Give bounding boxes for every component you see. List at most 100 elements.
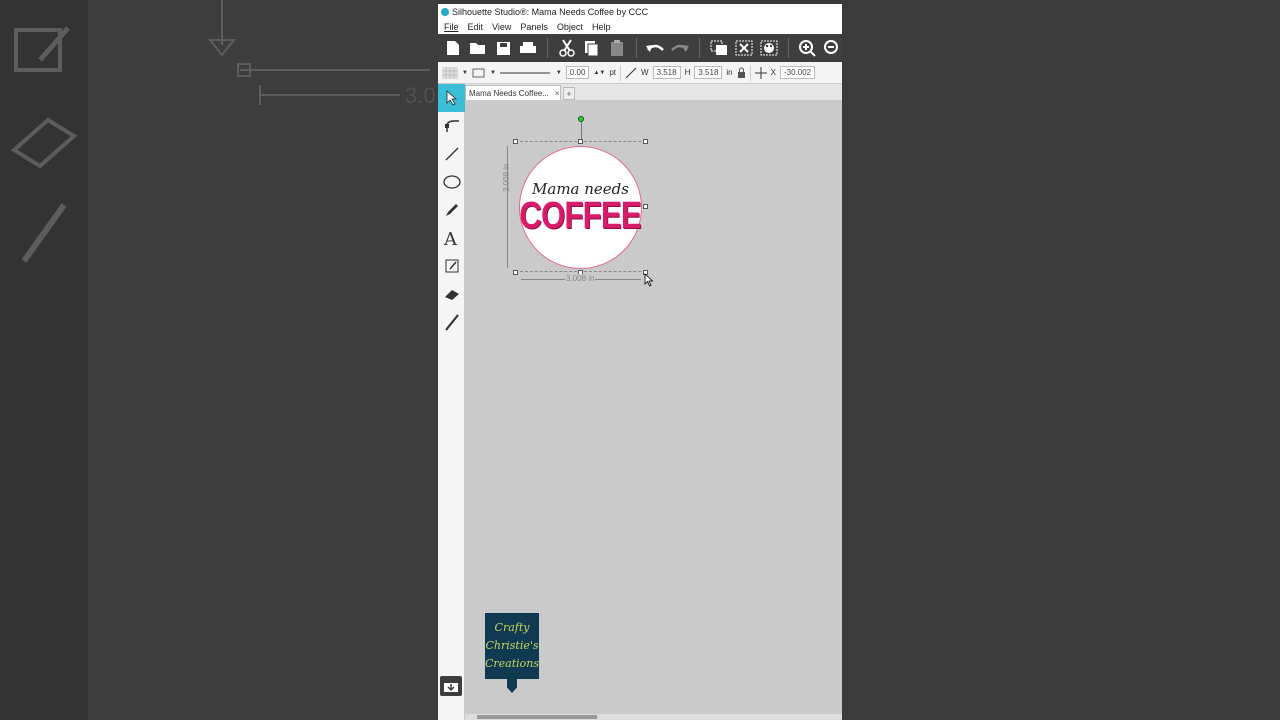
x-position-input[interactable]: -30.002 xyxy=(779,66,816,79)
line-tool[interactable] xyxy=(438,140,465,168)
properties-separator xyxy=(749,64,751,81)
ellipse-icon xyxy=(442,175,461,189)
svg-text:A: A xyxy=(443,229,458,247)
download-library-icon xyxy=(444,683,458,692)
menu-edit[interactable]: Edit xyxy=(468,22,484,32)
knife-icon xyxy=(444,314,459,331)
crafty-christies-creations-logo: Crafty Christie's Creations xyxy=(485,613,539,679)
toolbar-separator xyxy=(787,38,789,58)
sketch-tool[interactable] xyxy=(438,252,465,280)
fill-dropdown-arrow-icon[interactable]: ▼ xyxy=(462,70,468,76)
size-unit: in xyxy=(726,68,733,77)
window-titlebar: Silhouette Studio®: Mama Needs Coffee by… xyxy=(438,4,842,20)
undo-button[interactable] xyxy=(646,37,665,59)
brand-line-2: Christie's xyxy=(485,639,539,652)
document-tab-strip: Mama Needs Coffee... × + xyxy=(465,84,842,100)
background-dimension-lines: 3.0 xyxy=(207,0,436,108)
design-coffee-text: COFFEE xyxy=(519,194,642,237)
menu-view[interactable]: View xyxy=(492,22,511,32)
resize-handle-right[interactable] xyxy=(643,204,648,209)
fill-color-button[interactable] xyxy=(759,37,778,59)
point-edit-tool[interactable] xyxy=(438,112,465,140)
menu-object[interactable]: Object xyxy=(557,22,583,32)
library-button[interactable] xyxy=(440,676,462,696)
zoom-out-button[interactable] xyxy=(823,37,842,59)
main-toolbar xyxy=(438,34,842,62)
new-document-button[interactable] xyxy=(443,37,462,59)
scrollbar-thumb[interactable] xyxy=(477,715,597,719)
line-style-icon xyxy=(472,68,485,77)
background-eraser-icon xyxy=(10,117,78,169)
brand-text: Crafty Christie's Creations xyxy=(485,619,539,673)
height-input[interactable]: 3.518 xyxy=(694,66,723,79)
resize-handle-bottom-left[interactable] xyxy=(513,270,518,275)
pencil-icon xyxy=(445,204,458,216)
line-preview-dropdown-arrow-icon[interactable]: ▼ xyxy=(556,70,562,76)
width-input[interactable]: 3.518 xyxy=(652,66,681,79)
tab-close-icon[interactable]: × xyxy=(555,89,560,98)
menu-help[interactable]: Help xyxy=(592,22,611,32)
resize-handle-top-left[interactable] xyxy=(513,139,518,144)
brand-line-1: Crafty xyxy=(494,621,530,634)
tab-label: Mama Needs Coffee... xyxy=(469,88,549,98)
eraser-icon xyxy=(444,290,459,300)
resize-handle-top[interactable] xyxy=(578,139,583,144)
zoom-in-button[interactable] xyxy=(798,37,817,59)
left-toolbox: A xyxy=(438,84,465,720)
resize-handle-top-right[interactable] xyxy=(643,139,648,144)
line-tool-icon xyxy=(625,67,637,78)
toolbar-separator xyxy=(635,38,637,58)
mouse-cursor-icon xyxy=(644,273,654,287)
redo-icon xyxy=(671,44,690,52)
line-width-input[interactable]: 0.00 xyxy=(565,66,590,79)
redo-button[interactable] xyxy=(671,37,690,59)
height-dimension-label: 3.008 in xyxy=(502,163,511,192)
delete-button[interactable] xyxy=(734,37,753,59)
text-tool[interactable]: A xyxy=(438,224,465,252)
background-sketch-icon xyxy=(14,26,70,72)
cut-button[interactable] xyxy=(557,37,576,59)
app-logo-icon xyxy=(441,8,449,16)
line-width-spinner-icon[interactable]: ▲▼ xyxy=(593,70,605,76)
zoom-in-icon xyxy=(799,40,816,57)
knife-tool[interactable] xyxy=(438,308,465,336)
draw-tool[interactable] xyxy=(438,196,465,224)
duplicate-button[interactable] xyxy=(709,37,728,59)
paste-button[interactable] xyxy=(607,37,626,59)
scissors-icon xyxy=(558,39,575,57)
open-folder-icon xyxy=(469,43,485,54)
menu-file[interactable]: File xyxy=(444,22,459,32)
rotation-handle[interactable] xyxy=(578,116,584,122)
x-label: X xyxy=(770,68,776,77)
brand-logo-tail xyxy=(507,679,517,693)
properties-separator xyxy=(620,64,621,81)
move-crosshair-icon xyxy=(754,66,767,79)
menu-bar: File Edit View Panels Object Help xyxy=(438,20,842,34)
brand-line-3: Creations xyxy=(484,657,540,670)
width-dimension-label: 3.008 in xyxy=(565,274,596,283)
print-button[interactable] xyxy=(519,37,538,59)
background-knife-icon xyxy=(21,203,67,263)
new-tab-button[interactable]: + xyxy=(563,87,575,100)
copy-button[interactable] xyxy=(582,37,601,59)
lock-aspect-icon[interactable] xyxy=(737,67,746,78)
menu-panels[interactable]: Panels xyxy=(520,22,548,32)
silhouette-studio-window: Silhouette Studio®: Mama Needs Coffee by… xyxy=(438,4,842,720)
properties-bar: ▼ ▼ ▼ 0.00 ▲▼ pt W 3.518 H 3.518 in X -3… xyxy=(438,62,842,84)
save-button[interactable] xyxy=(494,37,513,59)
line-style-dropdown-arrow-icon[interactable]: ▼ xyxy=(490,70,496,76)
ellipse-tool[interactable] xyxy=(438,168,465,196)
duplicate-icon xyxy=(710,40,727,55)
node-edit-icon xyxy=(444,120,459,132)
undo-icon xyxy=(646,44,665,52)
line-icon xyxy=(445,147,458,161)
select-tool[interactable] xyxy=(438,84,465,112)
background-left-panel xyxy=(0,0,88,720)
eraser-tool[interactable] xyxy=(438,280,465,308)
open-button[interactable] xyxy=(468,37,487,59)
tab-mama-needs-coffee[interactable]: Mama Needs Coffee... × xyxy=(465,85,561,100)
horizontal-scrollbar[interactable] xyxy=(465,714,842,720)
copy-icon xyxy=(585,40,599,56)
design-canvas[interactable]: Mama needs COFFEE 3.008 in 3.008 in Craf… xyxy=(465,100,842,714)
coffee-design-circle[interactable]: Mama needs COFFEE xyxy=(519,146,642,269)
